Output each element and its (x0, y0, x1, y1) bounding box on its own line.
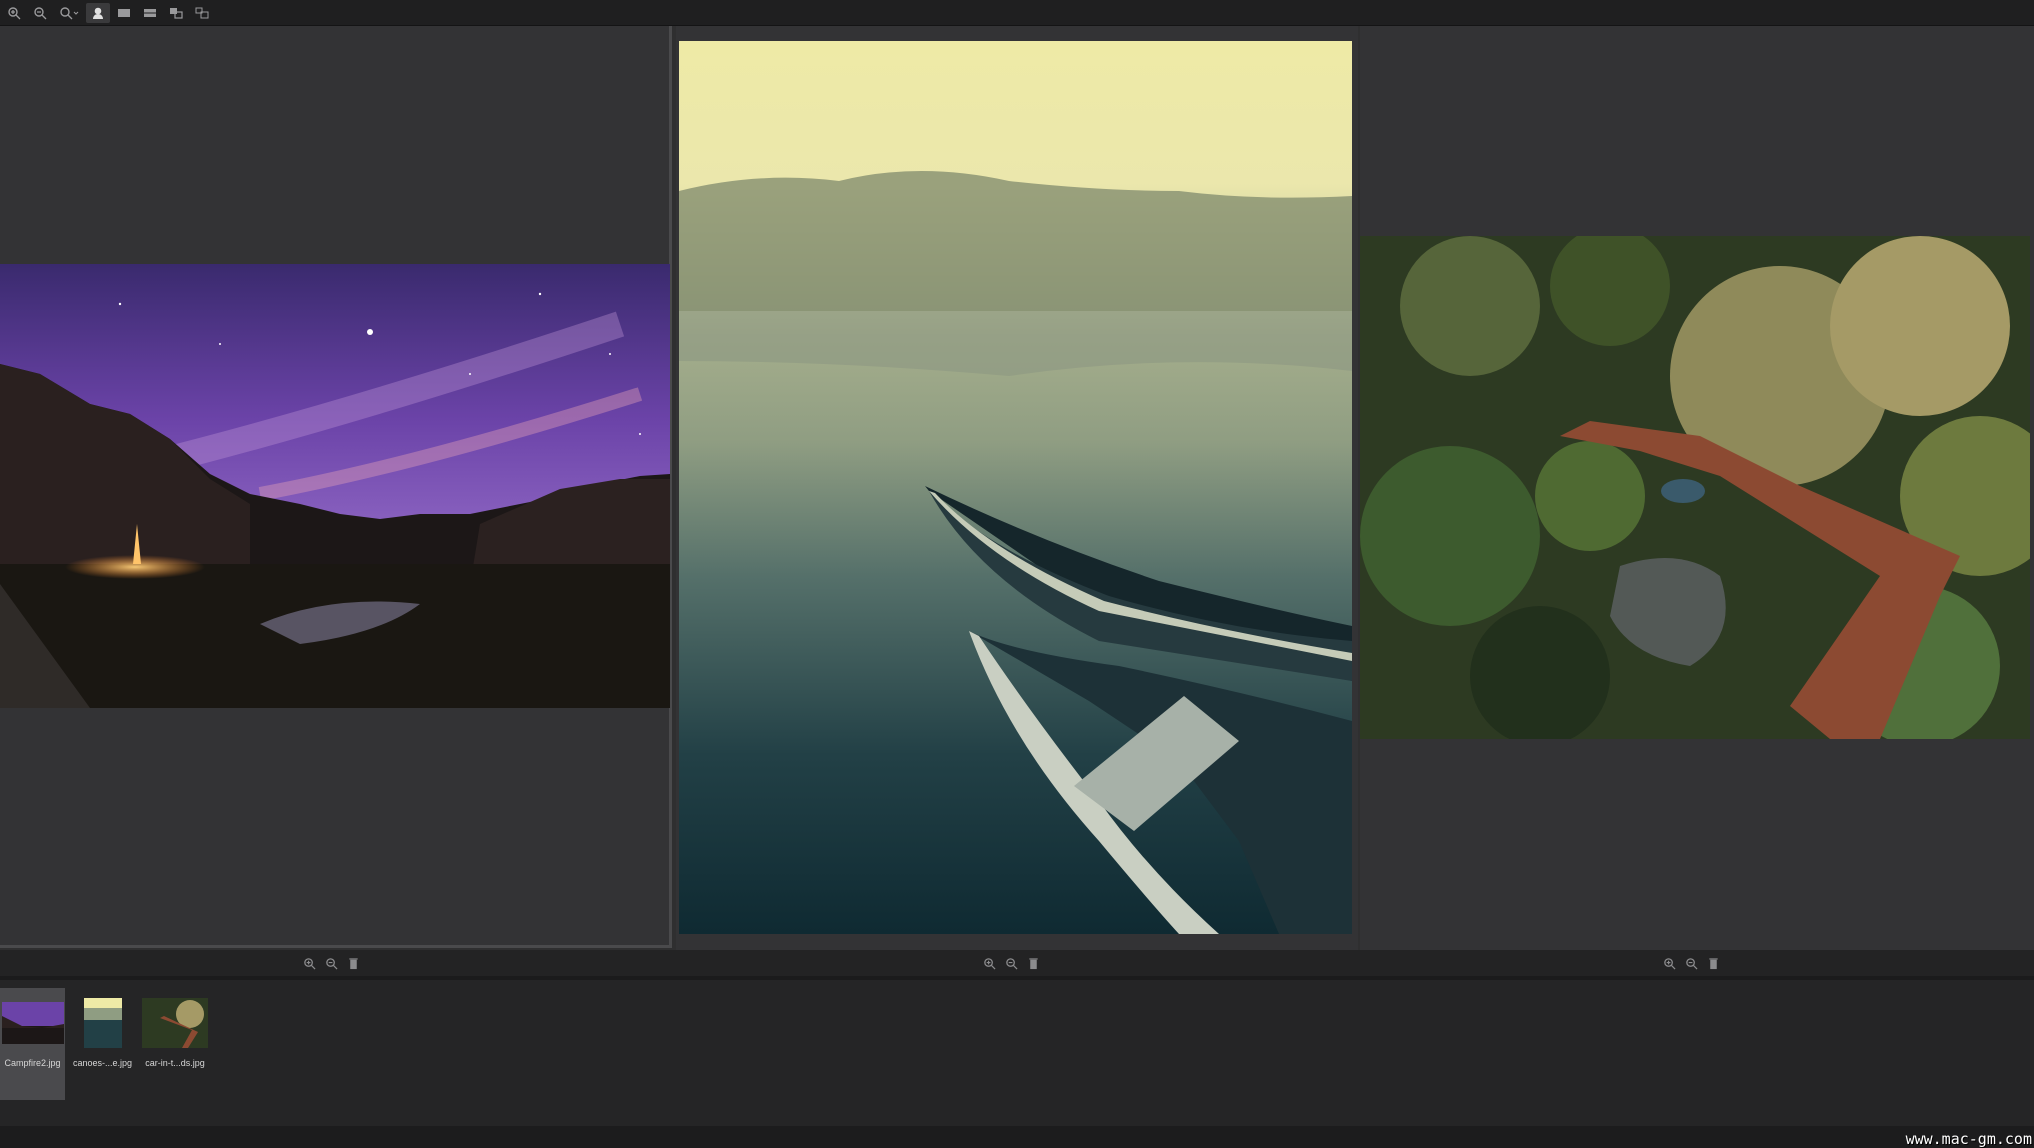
compare-mode-button[interactable] (86, 2, 110, 23)
zoom-in-icon (983, 957, 995, 969)
pane-3-zoom-in-button[interactable] (1658, 953, 1680, 973)
forest-aerial-photo[interactable] (1360, 236, 2030, 739)
viewer-pane-1[interactable] (0, 26, 672, 948)
campfire-night-image (0, 264, 670, 708)
grid-view-button[interactable] (164, 3, 188, 23)
thumbnail-image (1, 1002, 64, 1044)
filmstrip-label: car-in-t...ds.jpg (145, 1058, 205, 1068)
split-view-icon (144, 8, 156, 17)
zoom-dropdown-icon (60, 6, 79, 19)
settings-button[interactable] (190, 3, 214, 23)
pane-footer-bar (0, 950, 2034, 976)
pane-2-zoom-in-button[interactable] (978, 953, 1000, 973)
zoom-out-icon (1685, 957, 1697, 969)
pane-2-remove-button[interactable] (1022, 953, 1044, 973)
top-toolbar (0, 0, 2034, 26)
zoom-in-button[interactable] (2, 3, 26, 23)
compare-icon (93, 7, 103, 19)
filmstrip: Campfire2.jpg canoes-...e.jpg car-in-t..… (0, 976, 2034, 1126)
zoom-out-button[interactable] (28, 3, 52, 23)
filmstrip-label: canoes-...e.jpg (72, 1058, 133, 1068)
zoom-in-icon (1663, 957, 1675, 969)
pane-1-remove-button[interactable] (342, 953, 364, 973)
viewer-pane-2[interactable] (676, 26, 1358, 950)
settings-icon (195, 7, 209, 18)
zoom-in-icon (8, 6, 21, 19)
pane-3-remove-button[interactable] (1702, 953, 1724, 973)
forest-aerial-image (1360, 236, 2030, 739)
thumbnail-image (142, 998, 208, 1048)
filmstrip-item-forest[interactable]: car-in-t...ds.jpg (140, 988, 210, 1100)
pane-1-zoom-in-button[interactable] (298, 953, 320, 973)
campfire-night-photo[interactable] (0, 264, 670, 708)
single-view-button[interactable] (112, 3, 136, 23)
zoom-menu-button[interactable] (54, 3, 84, 23)
zoom-out-icon (34, 6, 47, 19)
pane-3-zoom-out-button[interactable] (1680, 953, 1702, 973)
grid-view-icon (170, 7, 183, 19)
viewer-pane-3[interactable] (1360, 26, 2034, 950)
trash-icon (1028, 957, 1038, 969)
zoom-in-icon (303, 957, 315, 969)
pane-2-zoom-out-button[interactable] (1000, 953, 1022, 973)
trash-icon (348, 957, 358, 969)
zoom-out-icon (1005, 957, 1017, 969)
filmstrip-item-campfire[interactable]: Campfire2.jpg (0, 988, 65, 1100)
status-bar: www.mac-gm.com (0, 1126, 2034, 1148)
split-view-button[interactable] (138, 3, 162, 23)
compare-viewer (0, 26, 2034, 950)
filmstrip-item-canoes[interactable]: canoes-...e.jpg (70, 988, 135, 1100)
watermark-text: www.mac-gm.com (1905, 1130, 2032, 1148)
pane-3-footer (1658, 950, 1724, 976)
canoes-lake-photo[interactable] (679, 41, 1352, 934)
filmstrip-label: Campfire2.jpg (4, 1058, 61, 1068)
thumbnail-image (83, 998, 122, 1048)
pane-1-zoom-out-button[interactable] (320, 953, 342, 973)
canoes-lake-image (679, 41, 1352, 934)
pane-2-footer (978, 950, 1044, 976)
trash-icon (1708, 957, 1718, 969)
single-view-icon (118, 8, 130, 17)
pane-1-footer (298, 950, 364, 976)
zoom-out-icon (325, 957, 337, 969)
